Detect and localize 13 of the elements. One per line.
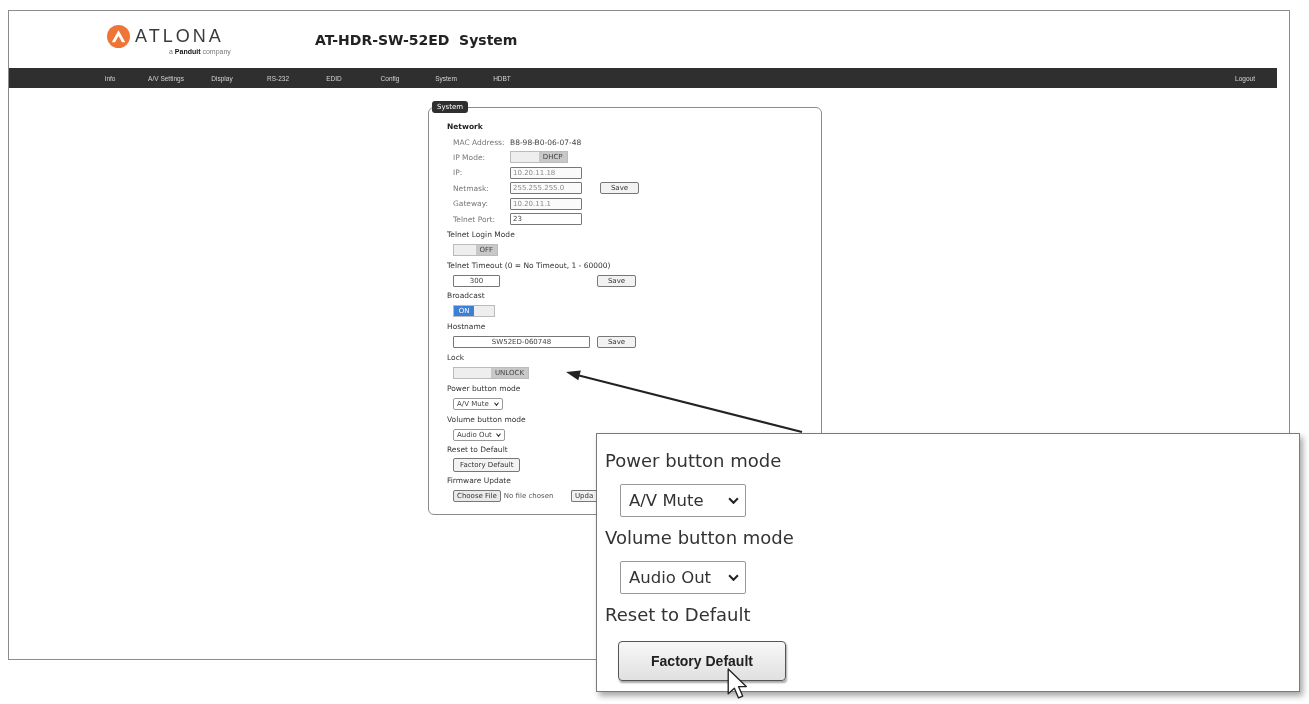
brand-name: ATLONA: [135, 27, 224, 45]
dropdown[interactable]: A/V Mute: [620, 484, 746, 517]
logo-icon: [107, 24, 130, 48]
field-label: Power button mode: [605, 449, 782, 473]
field-label: Volume button mode: [605, 526, 794, 550]
page-title: AT-HDR-SW-52ED System: [315, 31, 518, 48]
chevron-down-icon: [728, 497, 739, 504]
chevron-down-icon: [495, 432, 501, 437]
action-button[interactable]: Factory Default: [618, 641, 786, 681]
field-label: Reset to Default: [605, 603, 751, 627]
dropdown[interactable]: Audio Out: [620, 561, 746, 594]
chevron-down-icon: [494, 401, 499, 406]
chevron-down-icon: [728, 574, 739, 581]
